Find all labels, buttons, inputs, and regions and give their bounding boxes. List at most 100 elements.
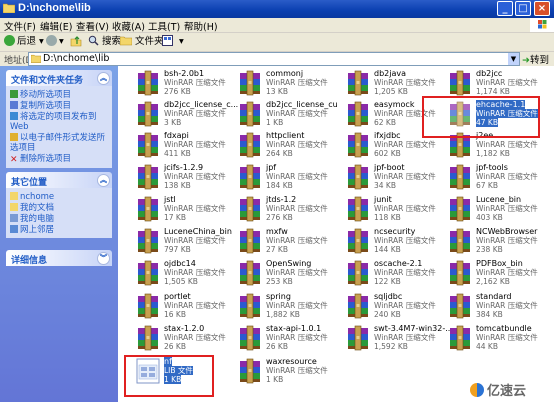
file-item[interactable]: jcifs-1.2.9 WinRAR 压缩文件 138 KB [124,162,228,194]
file-size: 67 KB [476,181,498,190]
file-item[interactable]: fdxapi WinRAR 压缩文件 411 KB [124,130,228,162]
file-item[interactable]: portlet WinRAR 压缩文件 16 KB [124,291,228,323]
file-item[interactable]: PDFBox_bin WinRAR 压缩文件 2,162 KB [436,258,540,290]
file-item[interactable]: bsh-2.0b1 WinRAR 压缩文件 276 KB [124,68,228,100]
menu-favorites[interactable]: 收藏(A) [112,19,145,33]
places-panel-header[interactable]: 其它位置 ︽ [6,172,112,188]
file-item[interactable]: mxfw WinRAR 压缩文件 27 KB [226,226,330,258]
file-item[interactable]: sqljdbc WinRAR 压缩文件 240 KB [334,291,438,323]
file-item[interactable]: stax-1.2.0 WinRAR 压缩文件 26 KB [124,323,228,355]
details-panel-header[interactable]: 详细信息 ︾ [6,250,112,266]
file-item[interactable]: db2jcc_license_c... WinRAR 压缩文件 3 KB [124,99,238,131]
file-item[interactable]: ojdbc14 WinRAR 压缩文件 1,505 KB [124,258,228,290]
up-folder-button[interactable] [70,35,82,49]
minimize-button[interactable]: _ [497,1,513,16]
file-item[interactable]: stax-api-1.0.1 WinRAR 压缩文件 26 KB [226,323,330,355]
folders-button[interactable]: 文件夹 [119,35,164,49]
file-name: oscache-2.1 [374,259,423,268]
move-selected-link[interactable]: 移动所选项目 [10,90,71,100]
file-item[interactable]: jpf WinRAR 压缩文件 184 KB [226,162,330,194]
winrar-archive-icon [348,325,368,351]
menu-help[interactable]: 帮助(H) [184,19,218,33]
views-button[interactable]: ▾ [162,35,184,49]
place-my-computer[interactable]: 我的电脑 [10,214,54,224]
file-size: 16 KB [164,310,186,319]
file-name: jstl [164,195,176,204]
file-name: NCWebBrowser [476,227,538,236]
file-size: 44 KB [476,342,498,351]
file-item[interactable]: jtds-1.2 WinRAR 压缩文件 276 KB [226,194,330,226]
forward-button[interactable]: ▾ [46,35,64,49]
file-item[interactable]: ncsecurity WinRAR 压缩文件 144 KB [334,226,438,258]
copy-selected-link[interactable]: 复制所选项目 [10,101,71,111]
maximize-button[interactable]: □ [515,1,531,16]
winrar-archive-icon [138,260,158,286]
file-item[interactable]: LuceneChina_bin WinRAR 压缩文件 797 KB [124,226,232,258]
place-nchome[interactable]: nchome [10,192,54,202]
file-name: tomcatbundle [476,324,532,333]
file-item[interactable]: jpf-boot WinRAR 压缩文件 34 KB [334,162,438,194]
file-item[interactable]: spring WinRAR 压缩文件 1,882 KB [226,291,330,323]
menu-edit[interactable]: 编辑(E) [40,19,72,33]
folder-icon [3,3,15,13]
file-item[interactable]: Lucene_bin WinRAR 压缩文件 403 KB [436,194,540,226]
file-item[interactable]: jpf-tools WinRAR 压缩文件 67 KB [436,162,540,194]
file-name: fdxapi [164,131,189,140]
close-button[interactable]: × [534,1,550,16]
address-field[interactable]: D:\nchome\lib ▼ [28,52,520,66]
title-bar: D:\nchome\lib _ □ × [0,0,554,18]
place-my-documents[interactable]: 我的文档 [10,203,54,213]
search-button[interactable]: 搜索 [88,35,121,49]
file-item[interactable]: standard WinRAR 压缩文件 384 KB [436,291,540,323]
file-name: waxresource [266,357,317,366]
menu-view[interactable]: 查看(V) [76,19,109,33]
address-dropdown-icon[interactable]: ▼ [508,53,519,65]
file-name: portlet [164,292,191,301]
tasks-panel-header[interactable]: 文件和文件夹任务 ︽ [6,70,112,86]
file-item[interactable]: waxresource WinRAR 压缩文件 1 KB [226,356,330,388]
file-name: Lucene_bin [476,195,522,204]
file-item[interactable]: junit WinRAR 压缩文件 118 KB [334,194,438,226]
file-item[interactable]: commonj WinRAR 压缩文件 13 KB [226,68,330,100]
place-network[interactable]: 网上邻居 [10,225,54,235]
file-name: ojdbc14 [164,259,196,268]
file-type: WinRAR 压缩文件 [266,109,328,118]
file-item[interactable]: OpenSwing WinRAR 压缩文件 253 KB [226,258,330,290]
file-item[interactable]: oscache-2.1 WinRAR 压缩文件 122 KB [334,258,438,290]
file-item[interactable]: NCWebBrowser WinRAR 压缩文件 238 KB [436,226,540,258]
file-type: WinRAR 压缩文件 [164,333,226,342]
file-type: WinRAR 压缩文件 [266,236,328,245]
delete-selected-link[interactable]: ✕ 删除所选项目 [10,154,71,165]
file-type: WinRAR 压缩文件 [374,78,436,87]
file-size: 26 KB [266,342,288,351]
back-button[interactable]: 后退 ▾ [4,35,44,49]
computer-icon [10,214,18,222]
file-item[interactable]: db2jcc_license_cu WinRAR 压缩文件 1 KB [226,99,338,131]
go-button[interactable]: ➜转到 [522,52,549,66]
email-selected-link[interactable]: 以电子邮件形式发送所选项目 [10,133,110,153]
file-item[interactable]: jstl WinRAR 压缩文件 17 KB [124,194,228,226]
file-type: WinRAR 压缩文件 [374,333,436,342]
place-my-documents-label: 我的文档 [20,203,55,213]
menu-tools[interactable]: 工具(T) [148,19,180,33]
collapse-icon[interactable]: ︽ [97,72,110,85]
publish-web-link[interactable]: 将选定的项目发布到 Web [10,112,110,132]
expand-icon[interactable]: ︾ [97,252,110,265]
winrar-archive-icon [138,101,158,127]
up-folder-icon [70,36,82,47]
collapse-icon[interactable]: ︽ [97,174,110,187]
file-name: stax-1.2.0 [164,324,205,333]
winrar-archive-icon [450,70,470,96]
menu-bar: 文件(F) 编辑(E) 查看(V) 收藏(A) 工具(T) 帮助(H) [0,18,554,33]
network-icon [10,225,18,233]
file-name: LuceneChina_bin [164,227,232,236]
file-item[interactable]: httpclient WinRAR 压缩文件 264 KB [226,130,330,162]
winrar-archive-icon [450,325,470,351]
file-size: 2,162 KB [476,277,510,286]
winrar-archive-icon [240,70,260,96]
move-selected-label: 移动所选项目 [20,90,72,100]
menu-file[interactable]: 文件(F) [4,19,36,33]
winrar-archive-icon [348,101,368,127]
file-item[interactable]: tomcatbundle WinRAR 压缩文件 44 KB [436,323,540,355]
file-item[interactable]: swt-3.4M7-win32-... WinRAR 压缩文件 1,592 KB [334,323,453,355]
